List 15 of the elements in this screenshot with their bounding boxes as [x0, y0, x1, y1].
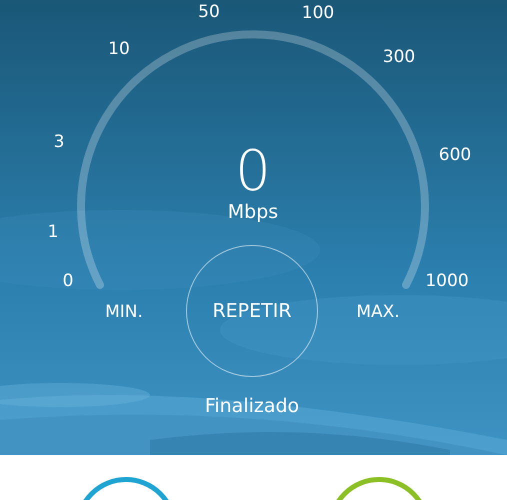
- speed-unit: Mbps: [228, 201, 278, 223]
- speed-value: 0: [235, 144, 271, 200]
- scale-label: 50: [198, 2, 220, 22]
- scale-label: 1: [48, 222, 58, 242]
- scale-label: 1000: [425, 271, 469, 291]
- max-label: MAX.: [356, 302, 400, 322]
- scale-label: 100: [302, 3, 334, 23]
- repeat-button[interactable]: REPETIR: [186, 245, 318, 377]
- scale-label: 600: [438, 145, 472, 165]
- scale-label: 0: [62, 271, 74, 291]
- min-label: MIN.: [105, 302, 143, 322]
- scale-label: 3: [54, 132, 64, 152]
- scale-label: 300: [382, 47, 416, 67]
- scale-label: 10: [108, 39, 130, 59]
- status-text: Finalizado: [204, 395, 300, 417]
